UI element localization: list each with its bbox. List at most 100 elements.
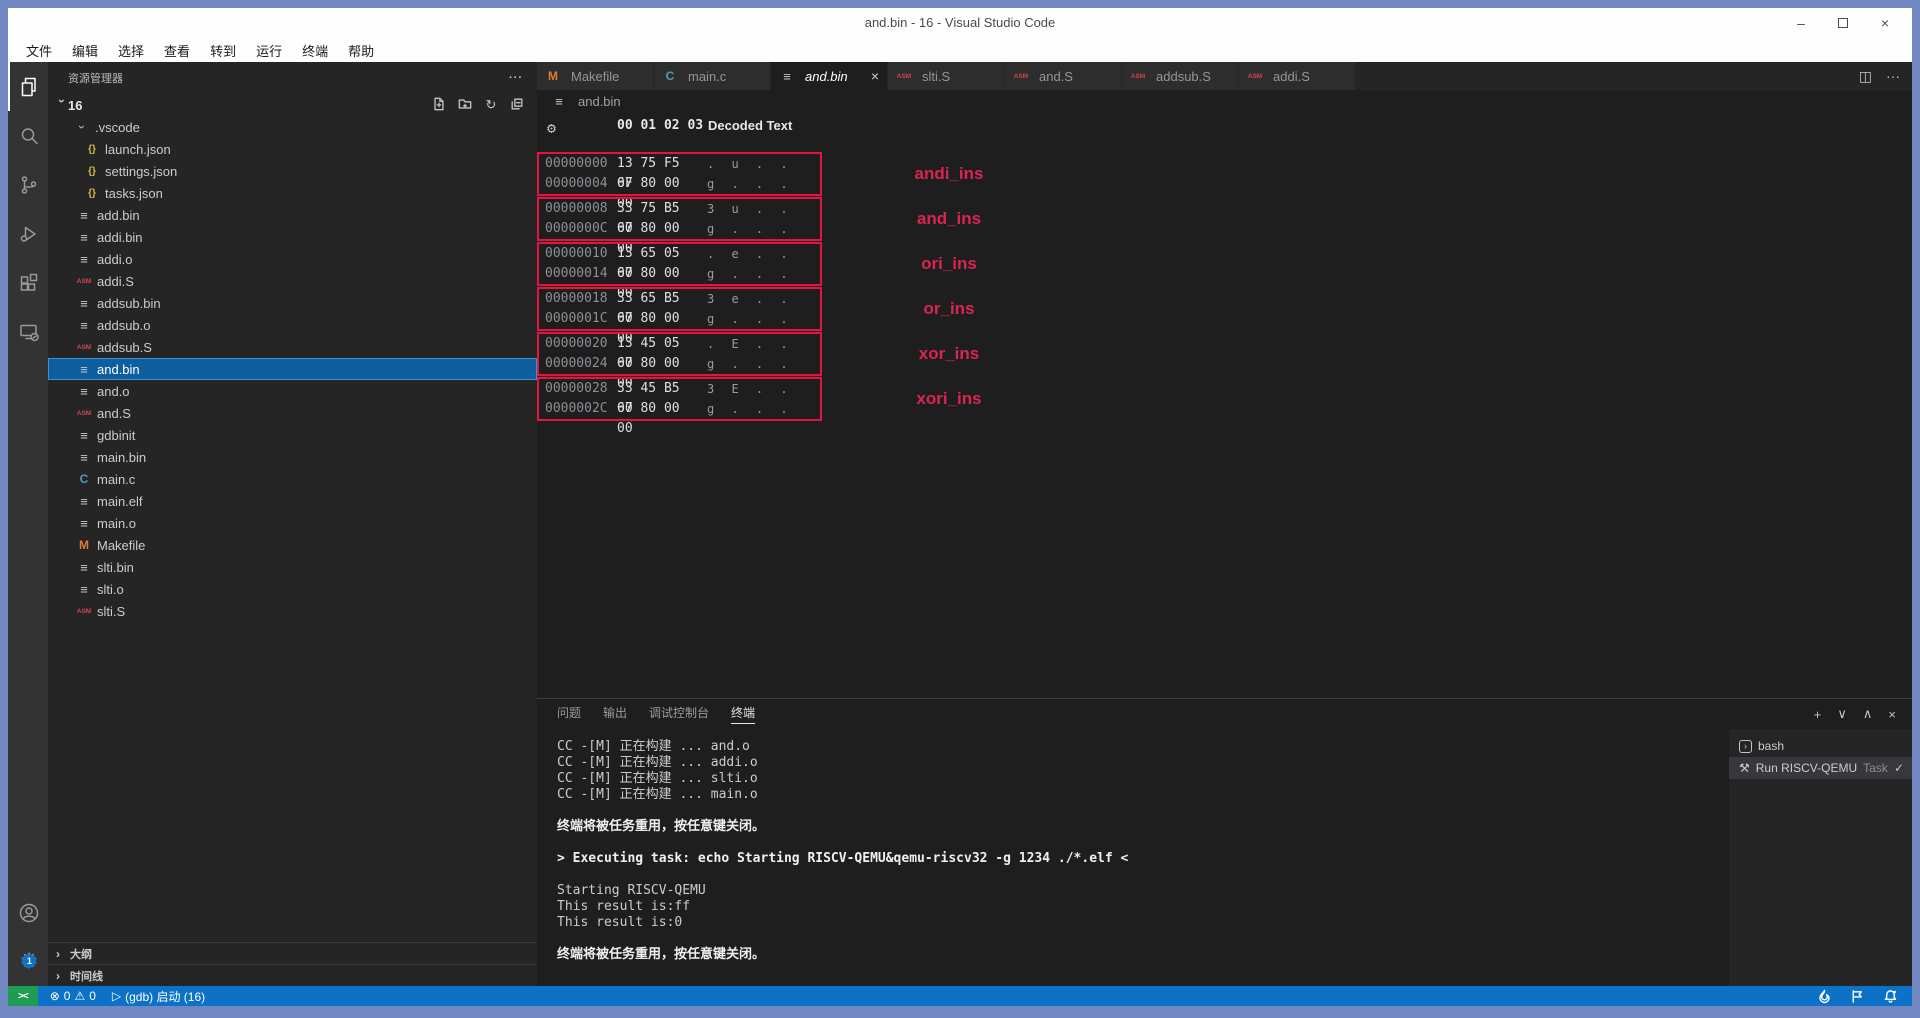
new-file-icon[interactable] — [431, 97, 447, 114]
file-tree-item[interactable]: main.bin — [48, 446, 537, 468]
file-tree-item[interactable]: slti.S — [48, 600, 537, 622]
explorer-actions: ↻ — [431, 97, 537, 114]
panel-tab[interactable]: 输出 — [603, 704, 627, 724]
breadcrumb[interactable]: and.bin — [537, 90, 1912, 112]
flame-icon[interactable] — [1817, 989, 1832, 1004]
more-actions-icon[interactable]: ··· — [1886, 68, 1900, 84]
editor-tab[interactable]: addsub.S × — [1122, 62, 1239, 90]
explorer-root-folder[interactable]: › 16 ↻ — [48, 94, 537, 116]
file-name: .vscode — [95, 120, 140, 135]
file-tree-item[interactable]: and.bin — [48, 358, 537, 380]
panel-tab[interactable]: 终端 — [731, 704, 755, 724]
terminal-list-item[interactable]: Run RISCV-QEMU Task ✓ — [1729, 757, 1912, 779]
terminal-list: bash Run RISCV-QEMU Task ✓ — [1729, 729, 1912, 986]
file-tree-item[interactable]: main.o — [48, 512, 537, 534]
file-tree-item[interactable]: addsub.o — [48, 314, 537, 336]
hex-row[interactable]: 00000014 67 80 00 00 g . . . — [539, 264, 820, 284]
hex-row[interactable]: 00000028 33 45 B5 00 3 E . . — [539, 379, 820, 399]
feedback-icon[interactable] — [1850, 989, 1865, 1004]
gear-icon[interactable]: ⚙ — [547, 119, 556, 137]
file-tree-item[interactable]: slti.o — [48, 578, 537, 600]
menu-item[interactable]: 运行 — [246, 41, 292, 60]
debug-status[interactable]: ▷ (gdb) 启动 (16) — [112, 988, 205, 1005]
file-tree-item[interactable]: add.bin — [48, 204, 537, 226]
file-tree-item[interactable]: Makefile — [48, 534, 537, 556]
split-editor-icon[interactable]: ◫ — [1859, 68, 1872, 85]
terminal-dropdown-icon[interactable]: ∨ — [1837, 706, 1847, 722]
file-tree-item[interactable]: tasks.json — [48, 182, 537, 204]
maximize-panel-icon[interactable]: ∧ — [1863, 706, 1873, 722]
panel-tab[interactable]: 问题 — [557, 704, 581, 724]
hex-row[interactable]: 00000024 67 80 00 00 g . . . — [539, 354, 820, 374]
file-tree-item[interactable]: addi.bin — [48, 226, 537, 248]
editor-tab[interactable]: and.bin × — [771, 62, 888, 90]
tab-label: addi.S — [1273, 69, 1310, 84]
hex-row[interactable]: 00000000 13 75 F5 0F . u . . — [539, 154, 820, 174]
close-panel-icon[interactable]: × — [1888, 707, 1896, 722]
file-tree-item[interactable]: addi.o — [48, 248, 537, 270]
refresh-icon[interactable]: ↻ — [483, 97, 499, 113]
close-button[interactable]: × — [1864, 15, 1906, 31]
tab-label: and.S — [1039, 69, 1073, 84]
search-icon[interactable] — [8, 111, 48, 160]
bell-icon[interactable] — [1883, 989, 1898, 1004]
editor-tab[interactable]: slti.S × — [888, 62, 1005, 90]
file-tree-item[interactable]: addsub.bin — [48, 292, 537, 314]
hex-row[interactable]: 0000000C 67 80 00 00 g . . . — [539, 219, 820, 239]
editor-tab[interactable]: and.S × — [1005, 62, 1122, 90]
menu-item[interactable]: 选择 — [108, 41, 154, 60]
problems-status[interactable]: ⊗ 0 ⚠ 0 — [50, 989, 96, 1003]
maximize-button[interactable] — [1822, 15, 1864, 31]
file-tree-item[interactable]: main.c — [48, 468, 537, 490]
file-tree-item[interactable]: and.S — [48, 402, 537, 424]
hex-row[interactable]: 00000008 33 75 B5 00 3 u . . — [539, 199, 820, 219]
sidebar-section-header[interactable]: › 时间线 — [48, 964, 537, 986]
file-tree-item[interactable]: addi.S — [48, 270, 537, 292]
hex-row[interactable]: 00000010 13 65 05 00 . e . . — [539, 244, 820, 264]
explorer-icon[interactable] — [8, 62, 48, 111]
file-tree-item[interactable]: gdbinit — [48, 424, 537, 446]
file-tree-item[interactable]: .vscode — [48, 116, 537, 138]
terminal-line: CC -[M] 正在构建 ... and.o — [557, 739, 1729, 755]
menu-item[interactable]: 查看 — [154, 41, 200, 60]
file-tree-item[interactable]: and.o — [48, 380, 537, 402]
terminal-output[interactable]: CC -[M] 正在构建 ... and.o CC -[M] 正在构建 ... … — [537, 729, 1729, 986]
hex-row[interactable]: 0000002C 67 80 00 00 g . . . — [539, 399, 820, 419]
settings-gear-icon[interactable]: ⚙1 — [8, 937, 48, 986]
run-debug-icon[interactable] — [8, 209, 48, 258]
editor-tab[interactable]: addi.S × — [1239, 62, 1356, 90]
hex-row[interactable]: 0000001C 67 80 00 00 g . . . — [539, 309, 820, 329]
minimize-button[interactable]: – — [1780, 15, 1822, 31]
file-tree-item[interactable]: slti.bin — [48, 556, 537, 578]
new-folder-icon[interactable] — [457, 97, 473, 114]
sidebar-section-header[interactable]: › 大纲 — [48, 942, 537, 964]
menu-item[interactable]: 文件 — [16, 41, 62, 60]
hex-row[interactable]: 00000020 13 45 05 00 . E . . — [539, 334, 820, 354]
editor-tab[interactable]: Makefile × — [537, 62, 654, 90]
menu-item[interactable]: 编辑 — [62, 41, 108, 60]
terminal-list-item[interactable]: bash — [1729, 735, 1912, 757]
menu-item[interactable]: 终端 — [292, 41, 338, 60]
menu-item[interactable]: 帮助 — [338, 41, 384, 60]
account-icon[interactable] — [8, 888, 48, 937]
file-tree-item[interactable]: addsub.S — [48, 336, 537, 358]
file-name: addi.o — [97, 252, 132, 267]
hex-row[interactable]: 00000004 67 80 00 00 g . . . — [539, 174, 820, 194]
close-icon[interactable]: × — [871, 68, 879, 84]
file-tree-item[interactable]: launch.json — [48, 138, 537, 160]
file-type-icon — [76, 494, 92, 509]
hex-row[interactable]: 00000018 33 65 B5 00 3 e . . — [539, 289, 820, 309]
panel-tab[interactable]: 调试控制台 — [649, 704, 709, 724]
collapse-all-icon[interactable] — [509, 97, 525, 114]
extensions-icon[interactable] — [8, 258, 48, 307]
file-type-icon — [76, 608, 92, 615]
source-control-icon[interactable] — [8, 160, 48, 209]
file-tree-item[interactable]: main.elf — [48, 490, 537, 512]
new-terminal-icon[interactable]: + — [1814, 707, 1822, 722]
remote-explorer-icon[interactable] — [8, 307, 48, 356]
explorer-more-icon[interactable]: ··· — [509, 72, 523, 84]
remote-indicator[interactable]: >< — [8, 986, 38, 1006]
file-tree-item[interactable]: settings.json — [48, 160, 537, 182]
editor-tab[interactable]: main.c × — [654, 62, 771, 90]
menu-item[interactable]: 转到 — [200, 41, 246, 60]
